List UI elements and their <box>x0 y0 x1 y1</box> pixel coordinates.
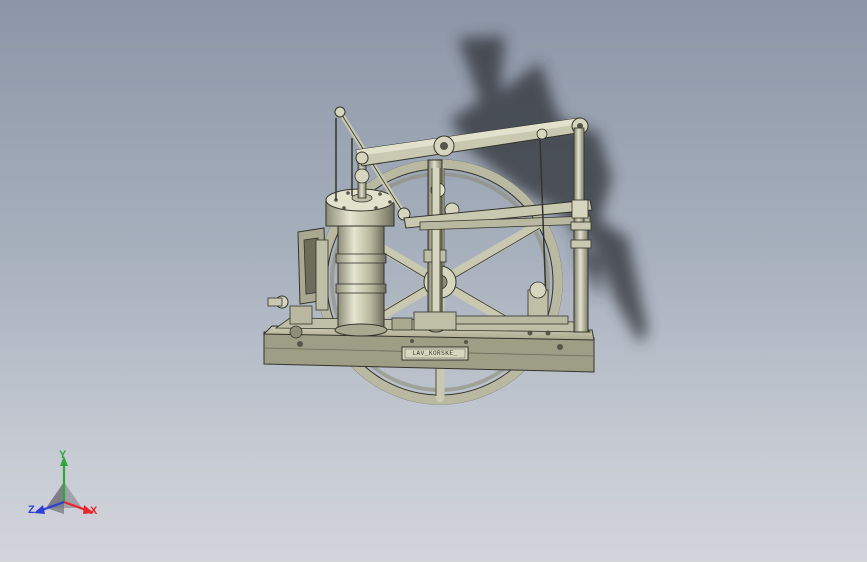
z-axis-label: Z <box>28 504 35 516</box>
cast-shadow <box>450 36 648 344</box>
y-axis-label: Y <box>59 449 67 461</box>
beam-engine-model[interactable] <box>0 0 867 562</box>
center-column[interactable] <box>423 159 460 331</box>
bearing-pedestal[interactable] <box>391 311 457 331</box>
graphics-viewport[interactable]: LAV_KORSKE_ X Y Z <box>0 0 867 562</box>
z-axis-arrow <box>34 505 45 514</box>
x-axis-label: X <box>90 505 98 517</box>
nameplate-text: LAV_KORSKE_ <box>412 350 458 357</box>
orientation-triad: X Y Z <box>22 448 108 524</box>
